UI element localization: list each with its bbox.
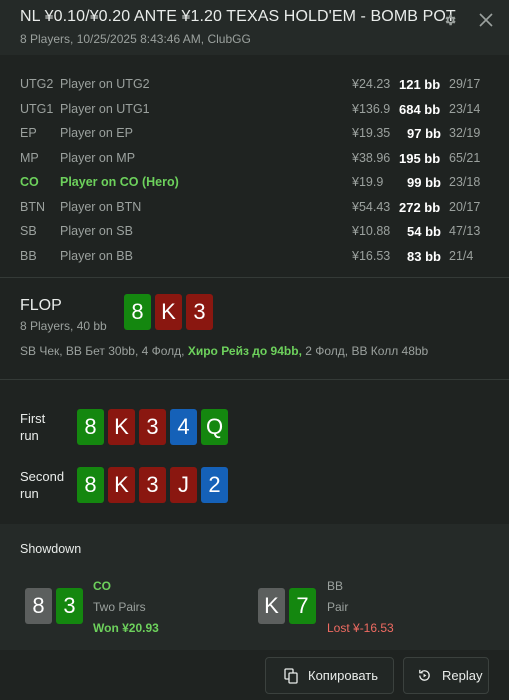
hero-hand: Two Pairs xyxy=(93,600,146,614)
player-stack-bb: 99 bb xyxy=(407,175,441,190)
page-title: NL ¥0.10/¥0.20 ANTE ¥1.20 TEXAS HOLD'EM … xyxy=(20,8,456,25)
run-card: K xyxy=(108,409,135,445)
flop-card: K xyxy=(155,294,182,330)
player-name: Player on EP xyxy=(60,126,133,140)
player-stats: 65/21 xyxy=(449,151,481,165)
player-position: SB xyxy=(20,224,37,238)
player-stack-bb: 54 bb xyxy=(407,224,441,239)
player-stack-bb: 97 bb xyxy=(407,126,441,141)
player-position: BB xyxy=(20,249,37,263)
villain-result: Lost ¥-16.53 xyxy=(327,621,394,635)
player-position: UTG1 xyxy=(20,102,54,116)
villain-hole-card: 7 xyxy=(289,588,316,624)
showdown-title: Showdown xyxy=(20,542,82,556)
player-name: Player on SB xyxy=(60,224,133,238)
player-stats: 21/4 xyxy=(449,249,474,263)
run-card: 2 xyxy=(201,467,228,503)
hero-hole-card: 8 xyxy=(25,588,52,624)
close-icon[interactable] xyxy=(476,10,496,30)
player-stack-money: ¥19.35 xyxy=(352,126,391,140)
run-card: 8 xyxy=(77,467,104,503)
player-stack-bb: 195 bb xyxy=(399,151,441,166)
player-row: SB Player on SB ¥10.88 54 bb 47/13 xyxy=(0,221,509,241)
player-stack-money: ¥24.23 xyxy=(352,77,391,91)
flop-card: 3 xyxy=(186,294,213,330)
divider xyxy=(0,277,509,278)
flop-actions: SB Чек, BB Бет 30bb, 4 Фолд, Хиро Рейз д… xyxy=(20,344,428,358)
replay-icon xyxy=(419,669,430,681)
player-stats: 23/14 xyxy=(449,102,481,116)
player-row: MP Player on MP ¥38.96 195 bb 65/21 xyxy=(0,148,509,168)
action-text: SB Чек, BB Бет 30bb, 4 Фолд, xyxy=(20,344,188,358)
player-stack-bb: 121 bb xyxy=(399,77,441,92)
player-position: MP xyxy=(20,151,39,165)
run-card: J xyxy=(170,467,197,503)
hero-result: Won ¥20.93 xyxy=(93,621,159,635)
player-row: EP Player on EP ¥19.35 97 bb 32/19 xyxy=(0,123,509,143)
player-position: UTG2 xyxy=(20,77,54,91)
player-row: BTN Player on BTN ¥54.43 272 bb 20/17 xyxy=(0,197,509,217)
divider xyxy=(0,379,509,380)
player-row: UTG2 Player on UTG2 ¥24.23 121 bb 29/17 xyxy=(0,74,509,94)
player-stack-money: ¥38.96 xyxy=(352,151,391,165)
player-stats: 20/17 xyxy=(449,200,481,214)
flop-card: 8 xyxy=(124,294,151,330)
player-stack-money: ¥136.9 xyxy=(352,102,391,116)
player-stack-money: ¥19.9 xyxy=(352,175,384,189)
copy-button[interactable]: Копировать xyxy=(265,657,394,694)
player-position: EP xyxy=(20,126,37,140)
villain-hand: Pair xyxy=(327,600,349,614)
hero-action-text: Хиро Рейз до 94bb, xyxy=(187,344,302,358)
player-name: Player on UTG2 xyxy=(60,77,150,91)
player-name: Player on CO (Hero) xyxy=(60,175,179,189)
player-stats: 47/13 xyxy=(449,224,481,238)
player-stack-money: ¥54.43 xyxy=(352,200,391,214)
replay-button-label: Replay xyxy=(442,668,483,683)
run-card: 3 xyxy=(139,467,166,503)
hero-position: CO xyxy=(93,579,111,593)
copy-button-label: Копировать xyxy=(308,668,378,683)
player-stats: 23/18 xyxy=(449,175,481,189)
hero-hole-card: 3 xyxy=(56,588,83,624)
run-card: 4 xyxy=(170,409,197,445)
run-card: K xyxy=(108,467,135,503)
street-title: FLOP xyxy=(20,297,62,314)
player-name: Player on MP xyxy=(60,151,136,165)
street-subtitle: 8 Players, 40 bb xyxy=(20,319,107,333)
first-run-label: First run xyxy=(20,411,46,443)
player-position: BTN xyxy=(20,200,45,214)
second-run-label: Second run xyxy=(20,469,65,501)
player-stack-bb: 83 bb xyxy=(407,249,441,264)
run-card: 8 xyxy=(77,409,104,445)
page-subtitle: 8 Players, 10/25/2025 8:43:46 AM, ClubGG xyxy=(20,32,251,46)
player-row: UTG1 Player on UTG1 ¥136.9 684 bb 23/14 xyxy=(0,99,509,119)
player-stack-bb: 684 bb xyxy=(399,102,441,117)
player-stats: 32/19 xyxy=(449,126,481,140)
player-stats: 29/17 xyxy=(449,77,481,91)
run-card: 3 xyxy=(139,409,166,445)
replay-button[interactable]: Replay xyxy=(403,657,489,694)
copy-icon xyxy=(284,667,298,684)
player-name: Player on BTN xyxy=(60,200,142,214)
player-stack-money: ¥16.53 xyxy=(352,249,391,263)
run-card: Q xyxy=(201,409,228,445)
player-name: Player on BB xyxy=(60,249,133,263)
player-stack-money: ¥10.88 xyxy=(352,224,391,238)
gear-icon[interactable] xyxy=(440,10,460,30)
player-row-hero: CO Player on CO (Hero) ¥19.9 99 bb 23/18 xyxy=(0,172,509,192)
player-row: BB Player on BB ¥16.53 83 bb 21/4 xyxy=(0,246,509,266)
action-text: 2 Фолд, BB Колл 48bb xyxy=(301,344,429,358)
villain-hole-card: K xyxy=(258,588,285,624)
player-stack-bb: 272 bb xyxy=(399,200,441,215)
player-name: Player on UTG1 xyxy=(60,102,150,116)
player-position: CO xyxy=(20,175,39,189)
villain-position: BB xyxy=(327,579,344,593)
